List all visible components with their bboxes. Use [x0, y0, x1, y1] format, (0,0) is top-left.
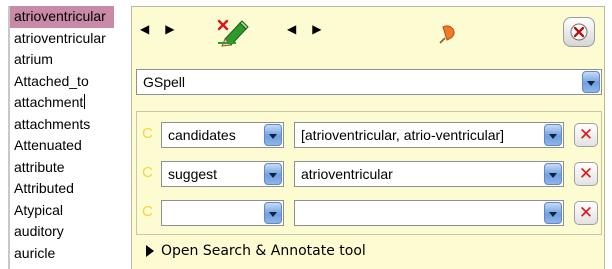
- nav-pair-left: ◀ ▶: [140, 19, 174, 39]
- text-cursor: [84, 94, 86, 109]
- rule-field-select[interactable]: [161, 200, 284, 226]
- chevron-down-icon[interactable]: [264, 163, 282, 185]
- disclosure-triangle-icon: [146, 245, 154, 257]
- rule-field-select[interactable]: suggest: [161, 161, 284, 187]
- rule-value-select[interactable]: [atrioventricular, atrio-ventricular]: [294, 122, 564, 148]
- tool-selector[interactable]: GSpell: [136, 69, 602, 95]
- word-list-item-label: attachment: [14, 94, 84, 110]
- word-list-item[interactable]: attachments: [10, 114, 132, 136]
- chevron-down-icon[interactable]: [264, 202, 282, 224]
- chevron-down-icon[interactable]: [544, 124, 562, 146]
- word-list-item[interactable]: attachment: [10, 92, 132, 114]
- delete-x-icon: ✕: [578, 124, 594, 145]
- rule-field-select[interactable]: candidates: [161, 122, 284, 148]
- word-list-item[interactable]: auricle: [10, 243, 132, 265]
- chevron-down-icon[interactable]: [582, 71, 600, 93]
- left-arrow-icon[interactable]: ◀: [287, 19, 296, 39]
- open-search-annotate-toggle[interactable]: Open Search & Annotate tool: [146, 243, 366, 259]
- delete-rule-button[interactable]: ✕: [574, 201, 598, 225]
- word-list-item[interactable]: Atypical: [10, 200, 132, 222]
- word-list-item[interactable]: Attached_to: [10, 71, 132, 93]
- rule-field-value: candidates: [168, 127, 236, 143]
- edit-pencil-icon[interactable]: [216, 17, 250, 52]
- chevron-down-icon[interactable]: [544, 163, 562, 185]
- close-icon: [570, 23, 588, 41]
- word-list-item[interactable]: atrioventricular: [10, 6, 114, 28]
- pushpin-icon[interactable]: [437, 24, 459, 49]
- delete-rule-button[interactable]: ✕: [574, 123, 598, 147]
- chevron-down-icon[interactable]: [544, 202, 562, 224]
- word-list[interactable]: atrioventricular atrioventricular atrium…: [8, 6, 132, 269]
- left-arrow-icon[interactable]: ◀: [140, 19, 149, 39]
- rule-value-select[interactable]: [294, 200, 564, 226]
- nav-pair-right: ◀ ▶: [287, 19, 321, 39]
- chevron-down-icon[interactable]: [264, 124, 282, 146]
- close-button[interactable]: [563, 17, 595, 47]
- rules-list: C candidates [atrioventricular, atrio-ve…: [136, 111, 602, 235]
- rule-marker: C: [142, 125, 153, 142]
- delete-x-icon: ✕: [578, 163, 594, 184]
- annotation-panel: ◀ ▶ ◀ ▶ GSpell C candidates [atrioventri…: [131, 6, 605, 269]
- rule-marker: C: [142, 164, 153, 181]
- rule-field-value: suggest: [168, 166, 218, 182]
- right-arrow-icon[interactable]: ▶: [165, 19, 174, 39]
- delete-x-icon: ✕: [578, 202, 594, 223]
- rule-marker: C: [142, 203, 153, 220]
- word-list-item[interactable]: Attributed: [10, 178, 132, 200]
- rule-value-select[interactable]: atrioventricular: [294, 161, 564, 187]
- tool-selector-value: GSpell: [143, 74, 186, 90]
- word-list-item[interactable]: attribute: [10, 157, 132, 179]
- word-list-item[interactable]: auditory: [10, 221, 132, 243]
- word-list-item[interactable]: atrium: [10, 49, 132, 71]
- open-search-annotate-label: Open Search & Annotate tool: [161, 243, 366, 259]
- word-list-item[interactable]: Attenuated: [10, 135, 132, 157]
- delete-rule-button[interactable]: ✕: [574, 162, 598, 186]
- right-arrow-icon[interactable]: ▶: [312, 19, 321, 39]
- rule-value-text: atrioventricular: [301, 166, 393, 182]
- panel-toolbar: ◀ ▶ ◀ ▶: [132, 7, 604, 57]
- rule-value-text: [atrioventricular, atrio-ventricular]: [301, 127, 505, 143]
- word-list-item[interactable]: atrioventricular: [10, 28, 132, 50]
